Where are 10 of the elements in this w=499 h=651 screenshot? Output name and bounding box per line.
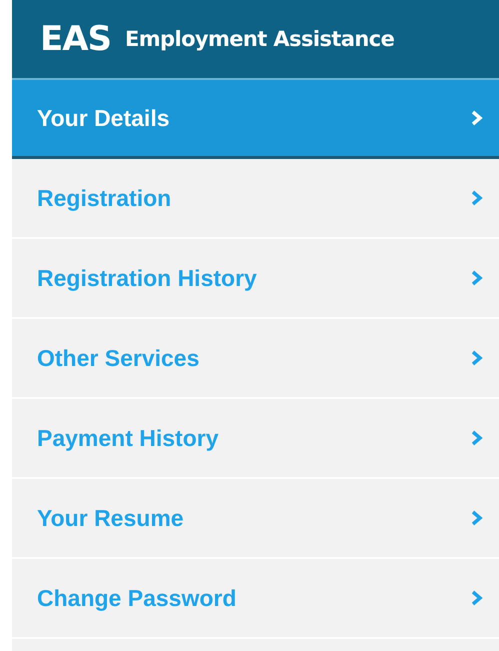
chevron-icon — [471, 110, 483, 126]
menu-item[interactable]: Your Details — [12, 80, 499, 159]
app-title: Employment Assistance — [125, 27, 394, 51]
chevron-icon — [471, 270, 483, 286]
chevron-icon — [471, 350, 483, 366]
chevron-icon — [471, 590, 483, 606]
logo-text: EAS — [40, 19, 112, 59]
chevron-icon — [471, 510, 483, 526]
chevron-icon — [471, 430, 483, 446]
chevron-icon — [471, 190, 483, 206]
